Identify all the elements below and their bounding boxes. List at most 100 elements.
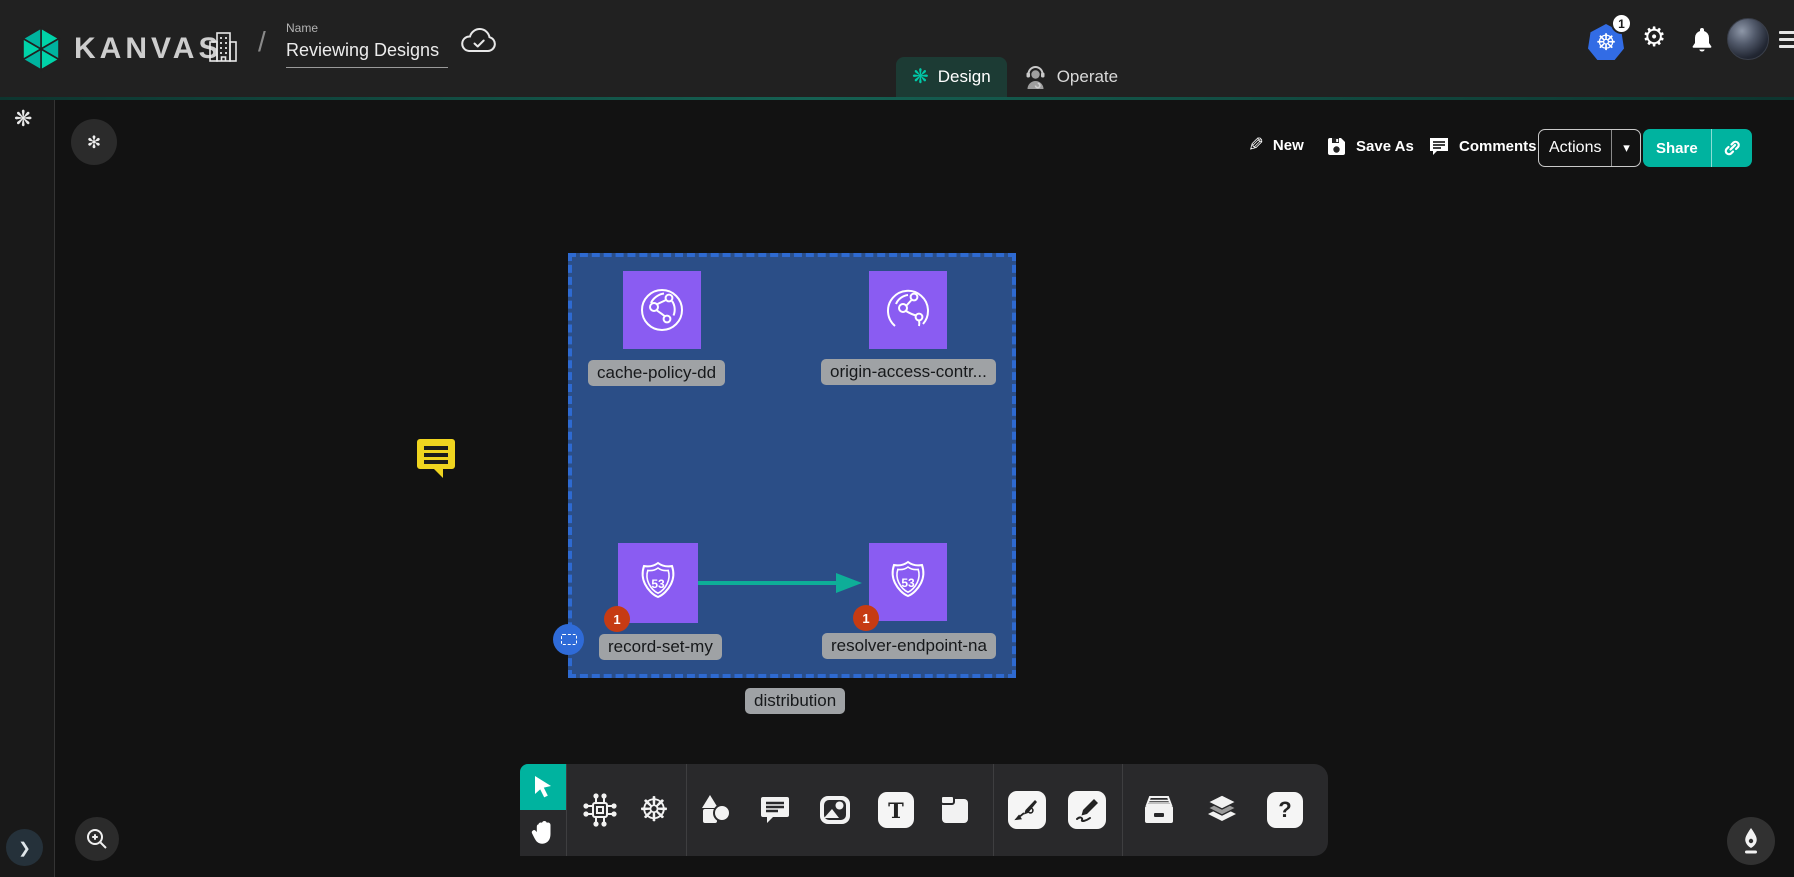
actions-dropdown-toggle[interactable]: ▾ xyxy=(1611,130,1640,166)
node-label-record-set[interactable]: record-set-my xyxy=(599,634,722,660)
pen-nib-icon xyxy=(1738,827,1764,855)
pen-tool[interactable] xyxy=(1001,764,1053,856)
kubernetes-wheel-icon: ☸ xyxy=(1596,31,1617,54)
pen-mode-button[interactable] xyxy=(1727,817,1775,865)
actions-split-button[interactable]: Actions ▾ xyxy=(1538,129,1641,167)
frame-tool[interactable] xyxy=(929,764,981,856)
design-name-field[interactable]: Name Reviewing Designs xyxy=(286,21,448,68)
node-record-set[interactable]: 53 xyxy=(618,543,698,623)
dock-divider xyxy=(1122,764,1123,856)
pencil-tool[interactable] xyxy=(1061,764,1113,856)
tab-operate[interactable]: Operate xyxy=(1007,57,1134,97)
chevron-right-icon: ❯ xyxy=(18,839,31,857)
logo-text: KANVAS xyxy=(74,32,222,66)
shapes-tool[interactable] xyxy=(689,764,741,856)
route53-shield-icon: 53 xyxy=(633,558,683,608)
header-accent-line xyxy=(0,97,1794,100)
dock-divider xyxy=(566,764,567,856)
pen-path-icon xyxy=(1014,797,1040,823)
share-split-button[interactable]: Share xyxy=(1643,129,1752,167)
organization-icon[interactable] xyxy=(208,30,238,69)
dock-divider xyxy=(993,764,994,856)
kanvas-hexagon-icon xyxy=(20,26,62,72)
top-header: KANVAS / Name Reviewing Designs xyxy=(0,0,1794,97)
kanvas-logo[interactable]: KANVAS xyxy=(20,26,222,72)
zoom-in-button[interactable] xyxy=(75,817,119,861)
node-cache-policy[interactable] xyxy=(623,271,701,349)
svg-text:53: 53 xyxy=(651,577,665,591)
help-tool[interactable]: ? xyxy=(1259,764,1311,856)
node-resolver-endpoint[interactable]: 53 xyxy=(869,543,947,621)
layers-icon xyxy=(1204,793,1240,827)
edge-record-set-to-resolver[interactable] xyxy=(690,570,870,596)
breadcrumb-slash: / xyxy=(258,26,266,58)
floppy-save-icon xyxy=(1326,136,1347,157)
left-sidebar: ❋ ❯ xyxy=(0,100,55,877)
magnifier-plus-icon xyxy=(85,827,109,851)
caret-down-icon: ▾ xyxy=(1623,140,1630,156)
node-record-set-badge[interactable]: 1 xyxy=(604,606,630,632)
component-chip-icon xyxy=(582,792,618,828)
node-resolver-endpoint-badge[interactable]: 1 xyxy=(853,605,879,631)
name-field-value[interactable]: Reviewing Designs xyxy=(286,40,448,61)
select-tool[interactable] xyxy=(520,764,566,810)
archive-drawer-icon xyxy=(1141,793,1177,827)
text-tool-square: T xyxy=(878,792,914,828)
notifications-bell-icon[interactable] xyxy=(1690,26,1714,59)
text-tool[interactable]: T xyxy=(870,764,922,856)
new-button-label: New xyxy=(1273,137,1304,154)
route53-shield-icon: 53 xyxy=(883,557,933,607)
svg-text:53: 53 xyxy=(901,576,915,590)
canvas-menu-button[interactable]: ✻ xyxy=(71,119,117,165)
share-button-label[interactable]: Share xyxy=(1643,129,1711,167)
group-label-distribution[interactable]: distribution xyxy=(745,688,845,714)
component-tool[interactable] xyxy=(574,764,626,856)
copy-link-button[interactable] xyxy=(1711,129,1752,167)
cloud-saved-icon xyxy=(460,28,498,61)
sidebar-expand-button[interactable]: ❯ xyxy=(6,829,43,866)
pencil-tool-square xyxy=(1068,791,1106,829)
layers-tool[interactable] xyxy=(1196,764,1248,856)
node-label-cache-policy[interactable]: cache-policy-dd xyxy=(588,360,725,386)
image-tool[interactable] xyxy=(809,764,861,856)
hamburger-menu-icon[interactable] xyxy=(1779,31,1794,52)
node-label-origin-access-control[interactable]: origin-access-contr... xyxy=(821,359,996,385)
kubernetes-tool[interactable]: ☸ xyxy=(628,764,680,856)
meshery-sidebar-icon[interactable]: ❋ xyxy=(14,108,32,130)
user-avatar[interactable] xyxy=(1727,18,1769,60)
canvas-comment-marker[interactable] xyxy=(414,435,458,481)
node-origin-access-control[interactable] xyxy=(869,271,947,349)
kanvas-app: KANVAS / Name Reviewing Designs xyxy=(0,0,1794,877)
image-icon xyxy=(818,794,852,826)
archive-tool[interactable] xyxy=(1133,764,1185,856)
save-as-button[interactable]: Save As xyxy=(1326,136,1414,157)
operator-headset-icon xyxy=(1023,64,1048,90)
dock-divider xyxy=(686,764,687,856)
kubernetes-wheel-icon: ☸ xyxy=(639,793,669,827)
question-mark-glyph: ? xyxy=(1278,797,1291,823)
comments-button-label: Comments xyxy=(1459,138,1537,155)
tab-design[interactable]: ❋ Design xyxy=(896,57,1007,97)
actions-button-label[interactable]: Actions xyxy=(1539,130,1611,166)
settings-gear-icon[interactable]: ⚙ xyxy=(1642,24,1666,51)
pencil-icon: ✎ xyxy=(1248,136,1264,155)
flower-icon: ✻ xyxy=(87,134,101,151)
save-as-button-label: Save As xyxy=(1356,138,1414,155)
tab-design-label: Design xyxy=(938,67,991,87)
cloudfront-globe-icon xyxy=(636,284,688,336)
comment-bubble-icon xyxy=(759,795,791,825)
group-select-handle[interactable] xyxy=(553,624,584,655)
cloudfront-globe-icon xyxy=(882,284,934,336)
cursor-arrow-icon xyxy=(532,775,554,799)
pen-tool-square xyxy=(1008,791,1046,829)
comments-icon xyxy=(1428,136,1450,157)
pan-tool[interactable] xyxy=(520,810,566,856)
link-icon xyxy=(1722,138,1742,158)
tool-dock: ☸ T xyxy=(520,764,1328,856)
kubernetes-context-count-badge: 1 xyxy=(1611,13,1632,34)
name-field-underline xyxy=(286,67,448,68)
node-label-resolver-endpoint[interactable]: resolver-endpoint-na xyxy=(822,633,996,659)
new-button[interactable]: ✎ New xyxy=(1248,136,1304,155)
comment-tool[interactable] xyxy=(749,764,801,856)
comments-button[interactable]: Comments xyxy=(1428,136,1537,157)
